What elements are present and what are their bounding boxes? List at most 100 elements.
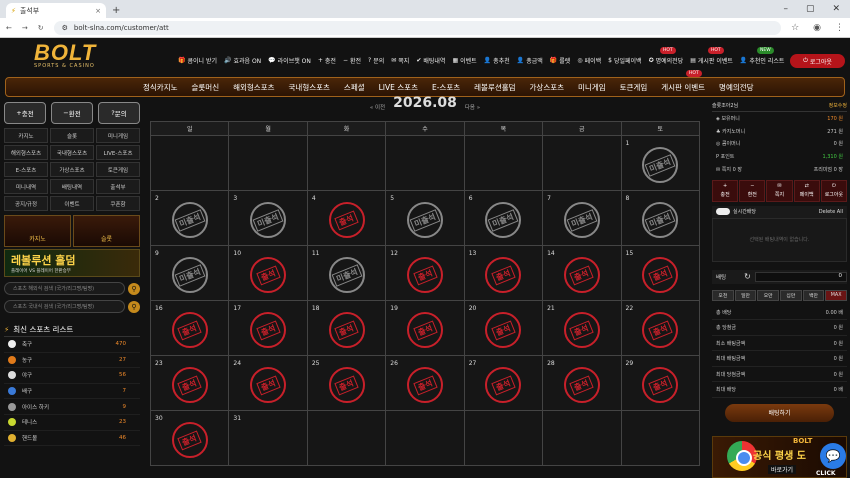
main-nav-item[interactable]: 스페셜	[337, 82, 372, 93]
left-menu-item[interactable]: LIVE-스포츠	[96, 145, 140, 160]
bet-chip[interactable]: 오천	[712, 289, 734, 301]
bet-chip[interactable]: 십만	[779, 289, 802, 301]
main-nav-item[interactable]: 레볼루션홀덤	[467, 82, 522, 93]
main-nav-item[interactable]: 토큰게임	[613, 82, 655, 93]
maximize-icon[interactable]: ▢	[806, 4, 815, 14]
main-nav-item[interactable]: 미니게임	[571, 82, 613, 93]
slot-promo-tile[interactable]: 슬롯	[73, 215, 140, 247]
official-banner[interactable]: BOLT 공식 평생 도 바로가기 💬 CLICK	[712, 436, 847, 478]
live-odds-toggle[interactable]: 실시간배당	[716, 208, 756, 216]
weekday-header: 월	[228, 121, 308, 136]
topnav-item[interactable]: ✪ 명예의전당	[649, 56, 684, 65]
inquiry-button[interactable]: ? 문의	[98, 102, 140, 124]
casino-promo-tile[interactable]: 카지노	[4, 215, 71, 247]
new-tab-icon[interactable]: +	[112, 3, 120, 18]
left-menu-item[interactable]: 미니내역	[4, 179, 48, 194]
menu-icon[interactable]: ⋮	[835, 23, 844, 33]
place-bet-button[interactable]: 배팅하기	[725, 403, 834, 422]
user-action-button[interactable]: + 충전	[712, 179, 739, 202]
sport-row[interactable]: 아이스 하키 9	[4, 399, 140, 415]
left-menu-item[interactable]: 해외형스포츠	[4, 145, 48, 160]
sport-row[interactable]: 야구 56	[4, 368, 140, 384]
user-action-button[interactable]: ✉ 쪽지	[766, 179, 793, 202]
left-menu-item[interactable]: 미니게임	[96, 128, 140, 143]
left-menu-item[interactable]: 이벤트	[50, 196, 94, 211]
topnav-item[interactable]: 👤 총추천	[484, 56, 510, 65]
bet-chip[interactable]: 일만	[734, 289, 757, 301]
user-action-button[interactable]: ⇄ 페이백	[793, 179, 820, 202]
bet-chip[interactable]: 오만	[757, 289, 779, 301]
overseas-search-input[interactable]: 스포츠 해외식 검색 (국가/리그명/팀명)	[4, 282, 125, 295]
user-action-button[interactable]: ⏻ 로그아웃	[820, 179, 847, 202]
topnav-item[interactable]: ✔ 배팅내역	[416, 56, 445, 65]
profile-icon[interactable]: ◉	[813, 23, 821, 33]
topnav-item[interactable]: $ 당일페이백	[608, 56, 641, 65]
withdraw-button[interactable]: − 환전	[51, 102, 93, 124]
topnav-item[interactable]: 💬 라이브챗 ON	[268, 56, 311, 65]
browser-tab[interactable]: ⚡ 출석부 ×	[6, 3, 106, 18]
site-info-icon[interactable]: ⚙	[62, 24, 68, 32]
left-menu-item[interactable]: E-스포츠	[4, 162, 48, 177]
url-field[interactable]: ⚙ bolt-slna.com/customer/att	[53, 20, 782, 35]
left-menu-item[interactable]: 국내형스포츠	[50, 145, 94, 160]
topnav-item[interactable]: ✉ 쪽지	[391, 56, 409, 65]
sport-row[interactable]: 농구 27	[4, 353, 140, 369]
left-menu-item[interactable]: 배팅내역	[50, 179, 94, 194]
sport-row[interactable]: 축구 470	[4, 337, 140, 353]
topnav-item[interactable]: 👤 추천인 리스트	[740, 56, 785, 65]
main-nav-item[interactable]: 국내형스포츠	[282, 82, 337, 93]
main-nav-item[interactable]: 게시판 이벤트	[654, 82, 712, 93]
left-menu-item[interactable]: 토큰게임	[96, 162, 140, 177]
back-icon[interactable]: ←	[6, 24, 12, 32]
minimize-icon[interactable]: –	[783, 4, 788, 14]
topnav-item[interactable]: ▦ 이벤트	[452, 56, 476, 65]
left-menu-item[interactable]: 쿠폰함	[96, 196, 140, 211]
next-month-link[interactable]: 다음 »	[465, 103, 480, 111]
close-window-icon[interactable]: ✕	[832, 4, 840, 14]
main-nav-item[interactable]: 정식카지노	[136, 82, 185, 93]
main-nav-item[interactable]: 명예의전당	[712, 82, 761, 93]
left-menu-item[interactable]: 가상스포츠	[50, 162, 94, 177]
edit-info-link[interactable]: 정보수정	[829, 102, 847, 109]
topnav-item[interactable]: ▤ 게시판 이벤트	[690, 56, 733, 65]
sport-row[interactable]: 테니스 23	[4, 415, 140, 431]
prev-month-link[interactable]: « 이전	[370, 103, 385, 111]
sport-row[interactable]: 배구 7	[4, 384, 140, 400]
main-nav-item[interactable]: LIVE 스포츠	[372, 82, 425, 93]
domestic-search-input[interactable]: 스포츠 국내식 검색 (국가/리그명/팀명)	[4, 300, 125, 313]
reset-icon[interactable]: ↻	[744, 272, 751, 281]
site-logo[interactable]: BOLT SPORTS & CASINO	[34, 40, 104, 74]
left-menu-item[interactable]: 카지노	[4, 128, 48, 143]
bet-chip[interactable]: MAX	[825, 289, 847, 301]
user-action-button[interactable]: − 환전	[739, 179, 766, 202]
chat-bubble-icon[interactable]: 💬	[820, 443, 846, 469]
main-nav-item[interactable]: E-스포츠	[425, 82, 467, 93]
logout-button[interactable]: ⏻ 로그아웃	[790, 54, 845, 68]
bet-amount-input[interactable]: 0	[754, 271, 847, 282]
main-nav-item[interactable]: 가상스포츠	[523, 82, 572, 93]
close-tab-icon[interactable]: ×	[95, 7, 101, 15]
reload-icon[interactable]: ↻	[38, 24, 44, 32]
main-nav-item[interactable]: 해외형스포츠	[226, 82, 281, 93]
bookmark-star-icon[interactable]: ☆	[791, 23, 799, 33]
bet-chip[interactable]: 백만	[802, 289, 825, 301]
search-icon[interactable]: ⚲	[128, 282, 140, 295]
topnav-item[interactable]: ? 문의	[368, 56, 384, 65]
topnav-item[interactable]: + 충전	[318, 56, 336, 65]
topnav-item[interactable]: 🎁 콤이니 받기	[178, 56, 217, 65]
deposit-button[interactable]: + 충전	[4, 102, 46, 124]
search-icon[interactable]: ⚲	[128, 300, 140, 313]
topnav-item[interactable]: 🎁 룰렛	[550, 56, 571, 65]
forward-icon[interactable]: →	[22, 24, 28, 32]
main-nav-item[interactable]: 슬롯머신	[185, 82, 227, 93]
topnav-item[interactable]: ◎ 페이백	[577, 56, 601, 65]
sport-row[interactable]: 핸드볼 46	[4, 431, 140, 447]
topnav-item[interactable]: 👤 총금액	[517, 56, 543, 65]
topnav-item[interactable]: 🔊 효과음 ON	[224, 56, 261, 65]
left-menu-item[interactable]: 출석부	[96, 179, 140, 194]
topnav-item[interactable]: − 환전	[343, 56, 361, 65]
left-menu-item[interactable]: 슬롯	[50, 128, 94, 143]
delete-all-button[interactable]: Delete All	[819, 209, 843, 215]
revolution-holdem-banner[interactable]: 레볼루션 홀덤 플레이어 VS 플레이어 한판승부	[4, 249, 140, 277]
left-menu-item[interactable]: 공지/규정	[4, 196, 48, 211]
